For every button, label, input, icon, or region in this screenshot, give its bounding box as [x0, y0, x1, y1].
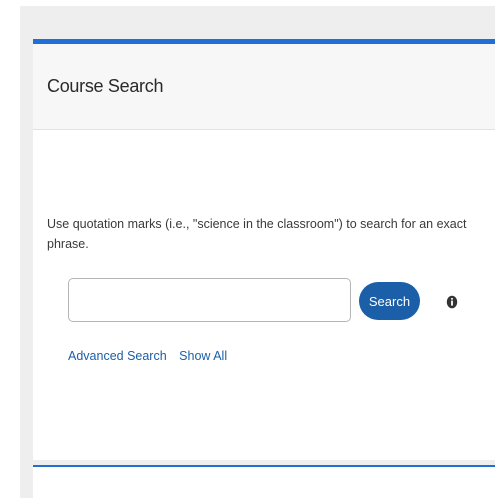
next-card-edge — [33, 465, 495, 498]
search-hint-text: Use quotation marks (i.e., "science in t… — [47, 217, 467, 251]
show-all-link[interactable]: Show All — [179, 349, 227, 363]
card-header: Course Search — [33, 44, 495, 130]
course-search-input[interactable] — [68, 278, 351, 322]
info-icon[interactable] — [446, 295, 458, 309]
course-search-card: Course Search Use quotation marks (i.e.,… — [33, 39, 495, 460]
advanced-search-link[interactable]: Advanced Search — [68, 349, 167, 363]
search-links: Advanced Search Show All — [68, 349, 236, 363]
search-button[interactable]: Search — [359, 282, 420, 320]
card-title: Course Search — [47, 76, 164, 96]
